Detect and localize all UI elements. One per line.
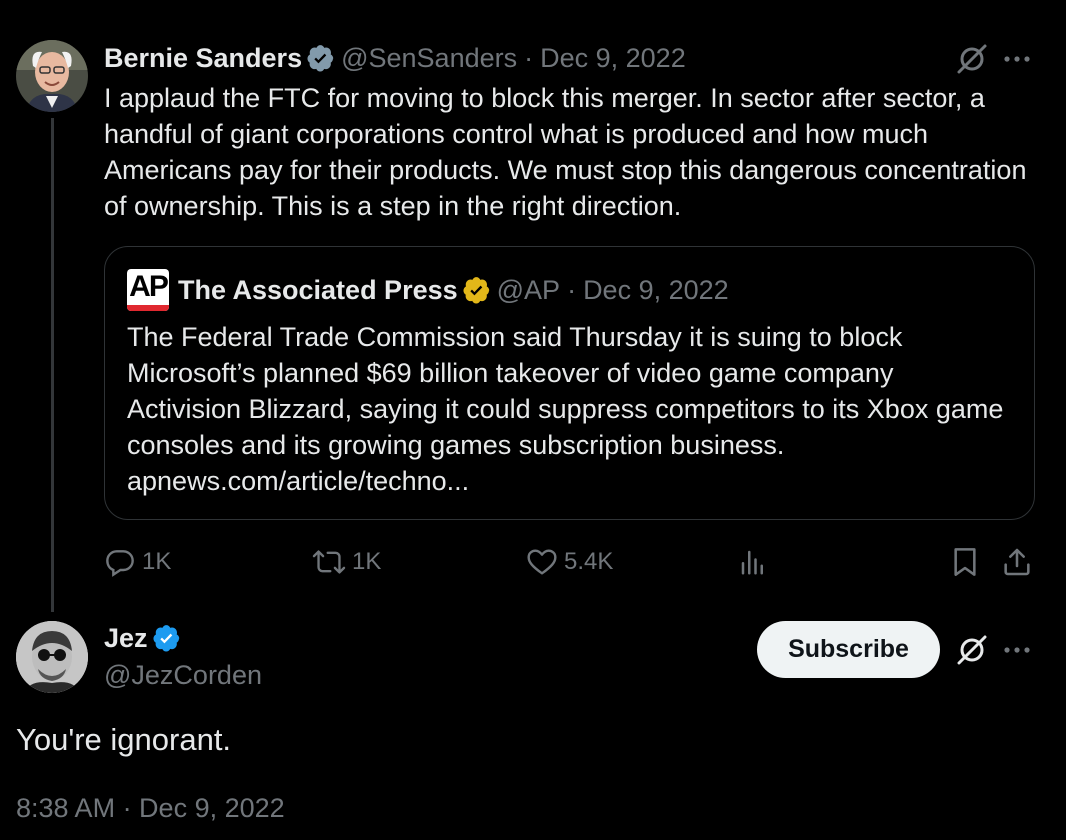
jez-avatar[interactable] xyxy=(16,621,88,693)
quoted-author-name[interactable]: The Associated Press xyxy=(178,272,458,308)
ap-logo-bar xyxy=(127,305,169,311)
reply-timestamp[interactable]: 8:38 AM · Dec 9, 2022 xyxy=(16,790,285,826)
bookmark-icon xyxy=(954,548,976,576)
share-button[interactable] xyxy=(1001,540,1039,584)
blue-verified-badge-icon[interactable] xyxy=(153,624,181,652)
bernie-avatar[interactable] xyxy=(16,40,88,112)
quoted-text: The Federal Trade Commission said Thursd… xyxy=(127,322,1004,460)
tweet-top-actions xyxy=(955,42,1031,76)
quoted-tweet-card[interactable]: AP The Associated Press @AP · Dec 9, 202… xyxy=(104,246,1035,520)
tweet-date[interactable]: Dec 9, 2022 xyxy=(540,40,686,76)
reply-icon xyxy=(106,550,134,577)
tweet-header: Bernie Sanders @SenSanders · Dec 9, 2022 xyxy=(104,40,686,76)
header-separator: · xyxy=(524,43,534,73)
more-options-icon[interactable] xyxy=(1003,645,1031,655)
reply-button[interactable]: 1K xyxy=(104,540,171,584)
author-name[interactable]: Bernie Sanders xyxy=(104,40,302,76)
views-icon xyxy=(741,550,763,575)
reply-author-handle[interactable]: @JezCorden xyxy=(104,657,262,693)
gold-verified-badge-icon[interactable] xyxy=(463,276,491,304)
thread-line xyxy=(51,118,54,612)
tweet-action-bar: 1K 1K 5.4K xyxy=(104,540,1035,584)
ap-logo[interactable]: AP xyxy=(127,269,169,311)
reply-author-row: Jez xyxy=(104,620,187,656)
quoted-separator: · xyxy=(567,275,577,305)
reply-top-actions xyxy=(955,633,1031,667)
bookmark-button[interactable] xyxy=(949,540,987,584)
reply-author-name[interactable]: Jez xyxy=(104,620,148,656)
quoted-date[interactable]: Dec 9, 2022 xyxy=(583,272,729,308)
reply-count: 1K xyxy=(142,548,172,575)
heart-icon xyxy=(527,549,557,575)
quoted-link[interactable]: apnews.com/article/techno... xyxy=(127,466,469,496)
more-options-icon[interactable] xyxy=(1003,54,1031,64)
repost-count: 1K xyxy=(352,548,382,575)
repost-icon xyxy=(312,550,346,574)
ap-logo-text: AP xyxy=(129,270,169,303)
reply-text: You're ignorant. xyxy=(16,722,232,757)
like-count: 5.4K xyxy=(564,548,614,575)
views-button[interactable] xyxy=(738,540,774,584)
like-button[interactable]: 5.4K xyxy=(526,540,613,584)
subscribe-button[interactable]: Subscribe xyxy=(757,621,940,678)
quoted-header: AP The Associated Press @AP · Dec 9, 202… xyxy=(127,269,729,311)
grok-icon[interactable] xyxy=(955,42,989,76)
verified-badge-icon[interactable] xyxy=(307,44,335,72)
quoted-handle[interactable]: @AP xyxy=(497,272,560,308)
author-handle[interactable]: @SenSanders xyxy=(341,40,517,76)
share-icon xyxy=(1004,548,1030,576)
repost-button[interactable]: 1K xyxy=(312,540,381,584)
grok-icon[interactable] xyxy=(955,633,989,667)
quoted-body: The Federal Trade Commission said Thursd… xyxy=(127,319,1007,499)
tweet-text: I applaud the FTC for moving to block th… xyxy=(104,83,1027,221)
